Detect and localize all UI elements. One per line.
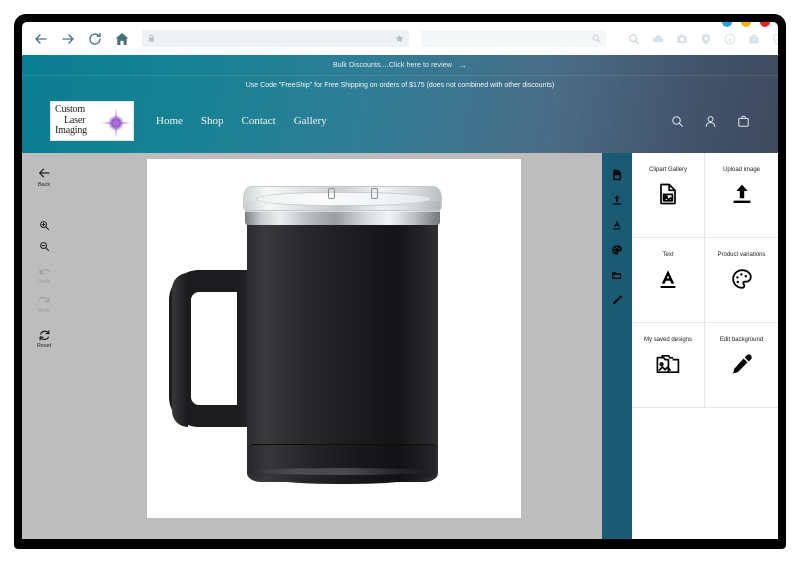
arrow-left-icon	[39, 168, 50, 178]
nav-item-home[interactable]: Home	[156, 115, 183, 127]
letter-a-icon	[656, 267, 680, 291]
redo-label: Redo	[37, 307, 51, 314]
shield-download-icon[interactable]	[700, 33, 712, 45]
cart-icon[interactable]	[737, 115, 750, 128]
mug-lid-inner	[256, 192, 431, 206]
redo-button[interactable]: Redo	[37, 295, 51, 314]
search-icon	[592, 34, 601, 43]
panel-label: Clipart Gallery	[648, 167, 687, 173]
panel-item-product-variations[interactable]: Product variations	[705, 238, 778, 323]
home-icon[interactable]	[114, 31, 130, 47]
mug-base-highlight	[253, 468, 429, 475]
panel-label: Text	[662, 252, 674, 258]
lock-icon	[147, 34, 156, 43]
site-header: Bulk Discounts....Click here to review →…	[22, 55, 778, 153]
back-button[interactable]: Back	[37, 166, 51, 188]
undo-button[interactable]: Undo	[37, 267, 51, 285]
logo-line-3: Imaging	[55, 125, 87, 137]
zoom-out-icon	[39, 241, 49, 251]
logo-text: Custom Laser Imaging	[55, 105, 87, 137]
panel-item-my-saved-designs[interactable]: My saved designs	[632, 323, 705, 408]
promo-top-text: Bulk Discounts....Click here to review	[332, 62, 452, 69]
reset-button[interactable]: Reset	[36, 329, 52, 349]
palette-icon	[730, 267, 754, 291]
back-arrow-icon[interactable]	[33, 31, 49, 47]
panel-label: Edit background	[719, 337, 764, 343]
header-action-icons	[671, 115, 750, 128]
reload-icon[interactable]	[87, 31, 103, 47]
panel-item-upload-image[interactable]: Upload image	[705, 153, 778, 238]
account-icon[interactable]	[704, 115, 717, 128]
reset-icon	[39, 329, 49, 341]
image-file-icon	[656, 182, 680, 206]
edit-background-icon[interactable]	[611, 294, 623, 306]
panel-label: My saved designs	[643, 337, 693, 343]
mug-lid-clip-right	[371, 188, 378, 199]
promo-banner-bottom: Use Code "FreeShip" for Free Shipping on…	[22, 75, 778, 96]
starburst-icon	[101, 108, 131, 138]
panel-item-text[interactable]: Text	[632, 238, 705, 323]
nav-item-contact[interactable]: Contact	[242, 115, 276, 127]
saved-images-icon	[655, 352, 681, 376]
eyedropper-icon	[730, 352, 754, 376]
address-bar[interactable]	[142, 30, 409, 47]
search-extension-icon[interactable]	[628, 33, 640, 45]
product-canvas[interactable]	[147, 159, 521, 518]
browser-nav-buttons	[30, 31, 130, 47]
zoom-out-button[interactable]	[39, 241, 50, 252]
panel-label: Upload image	[722, 167, 761, 173]
text-icon[interactable]	[611, 219, 623, 231]
site-logo[interactable]: Custom Laser Imaging	[50, 101, 134, 141]
browser-window: Bulk Discounts....Click here to review →…	[22, 22, 778, 539]
search-icon[interactable]	[671, 115, 684, 128]
designer-icon-strip	[602, 153, 632, 539]
upload-arrow-icon	[730, 182, 754, 206]
promo-banner-top[interactable]: Bulk Discounts....Click here to review →	[22, 55, 778, 75]
product-image-mug	[169, 182, 499, 502]
device-frame: Bulk Discounts....Click here to review →…	[14, 14, 786, 549]
browser-search-input[interactable]	[421, 30, 606, 47]
mug-body	[247, 206, 438, 482]
window-dot-minimize[interactable]	[722, 22, 732, 27]
mug-base	[249, 444, 436, 484]
camera-icon[interactable]	[676, 33, 688, 45]
cloud-icon[interactable]	[652, 33, 664, 45]
shield-check-icon[interactable]	[772, 32, 778, 45]
designer-left-toolbar: Back Undo Redo Reset	[22, 153, 66, 539]
main-navigation: Home Shop Contact Gallery	[156, 115, 327, 127]
window-dot-close[interactable]	[760, 22, 770, 27]
promo-arrow-icon: →	[458, 61, 468, 70]
zoom-in-button[interactable]	[39, 220, 50, 231]
redo-icon	[38, 297, 49, 303]
zoom-in-icon	[39, 220, 49, 230]
reset-label: Reset	[36, 343, 52, 349]
designer-canvas-area	[66, 153, 602, 539]
panel-item-clipart-gallery[interactable]: Clipart Gallery	[632, 153, 705, 238]
mug-lid	[243, 186, 442, 211]
panel-label: Product variations	[717, 252, 766, 258]
mug-lid-clip-left	[328, 188, 335, 199]
back-label: Back	[37, 181, 51, 188]
bookmark-star-icon[interactable]	[395, 34, 404, 43]
upload-image-icon[interactable]	[611, 194, 623, 206]
browser-extension-icons	[628, 32, 778, 45]
forward-arrow-icon[interactable]	[60, 31, 76, 47]
nav-item-shop[interactable]: Shop	[201, 115, 224, 127]
site-nav-row: Custom Laser Imaging Home Shop Contact G…	[22, 96, 778, 153]
wifi-icon[interactable]	[724, 33, 736, 45]
window-controls	[722, 22, 770, 27]
undo-label: Undo	[37, 279, 51, 285]
panel-item-edit-background[interactable]: Edit background	[705, 323, 778, 408]
nav-item-gallery[interactable]: Gallery	[294, 115, 327, 127]
clipart-gallery-icon[interactable]	[611, 169, 623, 181]
window-dot-maximize[interactable]	[741, 22, 751, 27]
designer-tool-panel: Clipart Gallery Upload image Text Produc…	[632, 153, 778, 539]
product-variations-icon[interactable]	[611, 244, 623, 256]
undo-icon	[39, 268, 50, 274]
my-saved-designs-icon[interactable]	[611, 269, 623, 281]
product-designer: Back Undo Redo Reset Clipart Gallery Upl…	[22, 153, 778, 539]
briefcase-icon[interactable]	[748, 33, 760, 45]
browser-toolbar	[22, 22, 778, 55]
